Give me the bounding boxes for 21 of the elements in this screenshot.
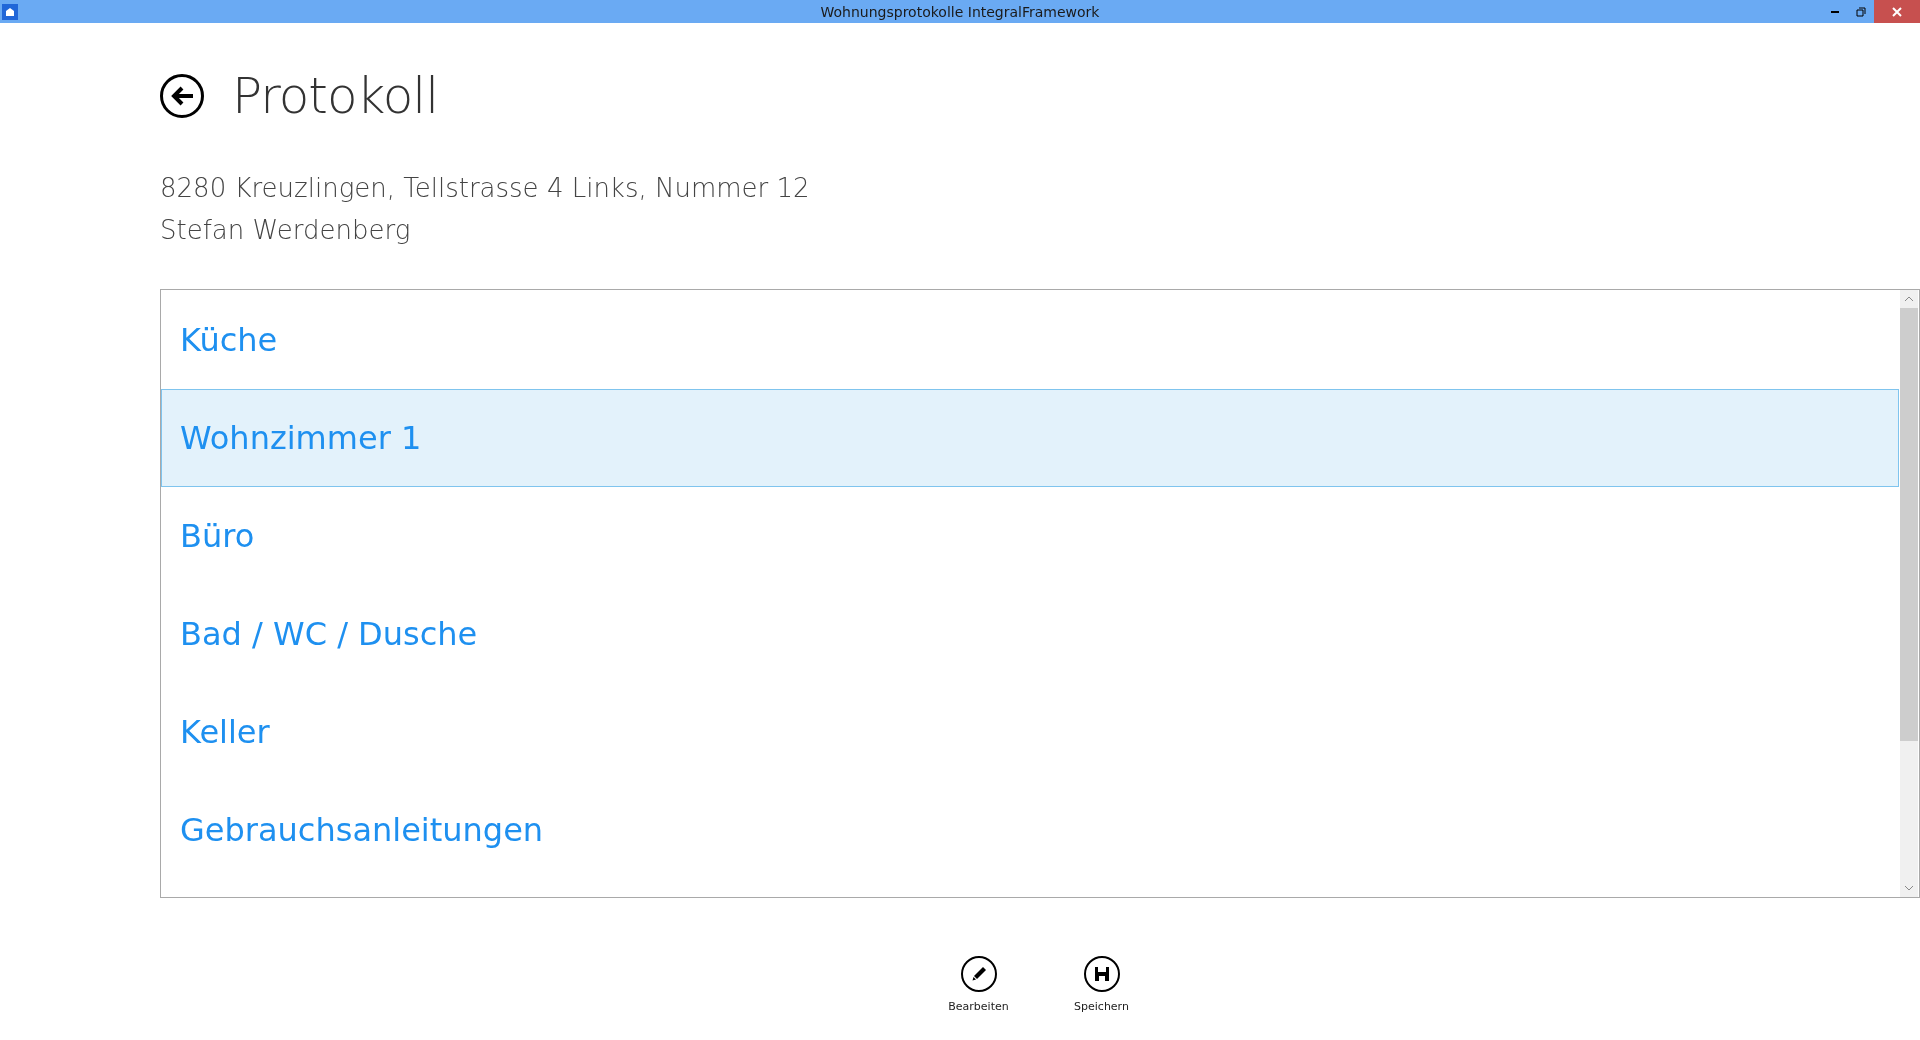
restore-icon <box>1856 6 1866 17</box>
room-list-item[interactable]: Gebrauchsanleitungen <box>161 781 1899 879</box>
page-title: Protokoll <box>232 67 439 125</box>
room-list-item[interactable]: Keller <box>161 683 1899 781</box>
address-text: 8280 Kreuzlingen, Tellstrasse 4 Links, Nummer 12 <box>160 172 811 205</box>
close-icon <box>1892 6 1902 17</box>
tenant-name: Stefan Werdenberg <box>160 214 412 247</box>
minimize-icon <box>1831 10 1839 13</box>
room-list-item[interactable]: Büro <box>161 487 1899 585</box>
back-arrow-icon <box>169 85 195 107</box>
back-button[interactable] <box>160 74 204 118</box>
window-title: Wohnungsprotokolle IntegralFramework <box>819 3 1101 20</box>
room-list-item[interactable]: Küche <box>161 291 1899 389</box>
scrollbar-thumb[interactable] <box>1900 308 1918 741</box>
app-icon <box>2 3 18 20</box>
room-list-item[interactable]: Wohnzimmer 1 <box>161 389 1899 487</box>
room-list-item[interactable]: Bad / WC / Dusche <box>161 585 1899 683</box>
save-button[interactable]: Speichern <box>1069 956 1134 1013</box>
edit-button[interactable]: Bearbeiten <box>946 956 1011 1013</box>
scrollbar[interactable] <box>1900 290 1918 897</box>
close-button[interactable] <box>1874 0 1920 23</box>
